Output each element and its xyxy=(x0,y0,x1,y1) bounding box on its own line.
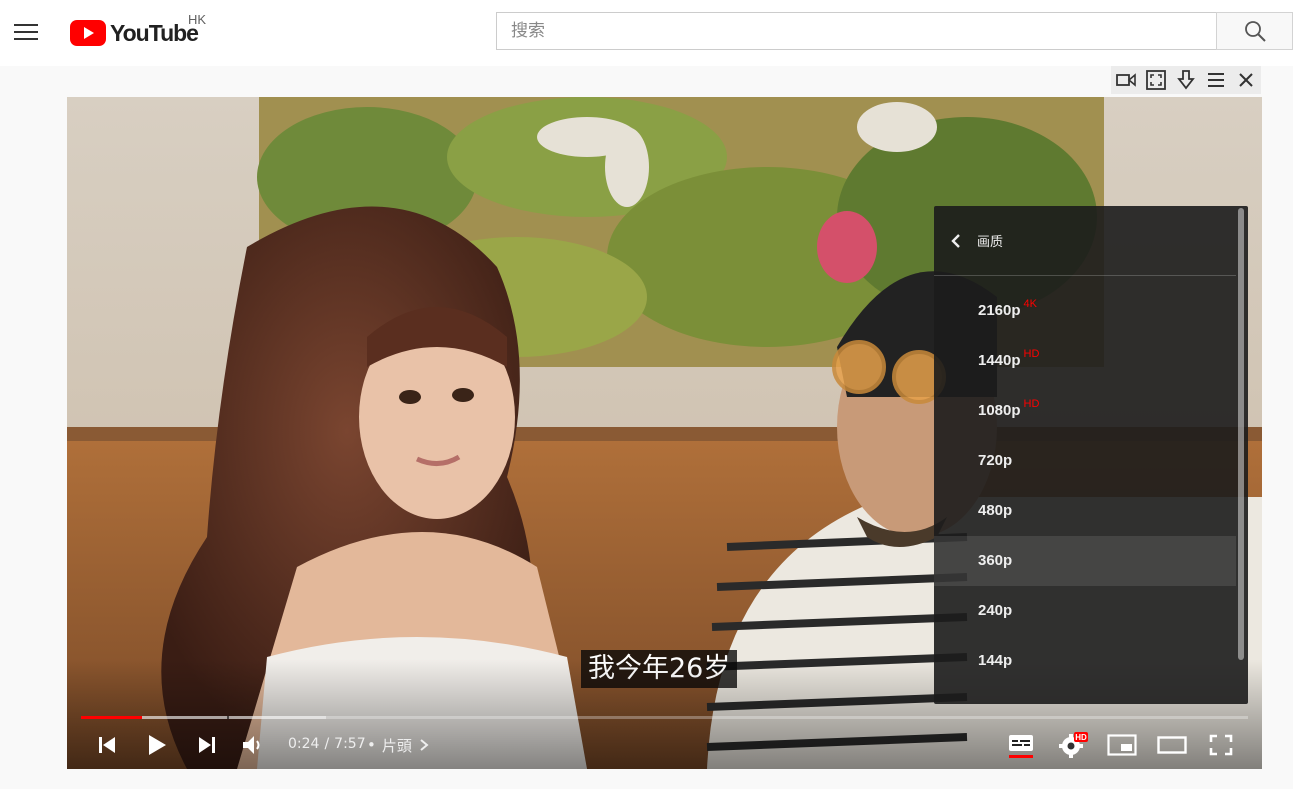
close-icon xyxy=(1239,73,1253,87)
toolbar-close-button[interactable] xyxy=(1233,68,1259,92)
quality-option-360p[interactable]: 360p xyxy=(934,536,1236,586)
masthead: YouTube HK xyxy=(0,0,1293,66)
search-icon xyxy=(1244,21,1266,42)
mute-button[interactable] xyxy=(235,727,271,763)
closed-captions-icon xyxy=(1009,735,1033,758)
quality-option-label: 360p xyxy=(978,552,1013,569)
skip-previous-icon xyxy=(99,737,115,753)
quality-option-1440p[interactable]: 1440p HD xyxy=(934,336,1236,386)
youtube-play-logo-icon xyxy=(70,20,106,46)
quality-option-2160p[interactable]: 2160p 4K xyxy=(934,286,1236,336)
screenshot-button[interactable] xyxy=(1143,68,1169,92)
chapter-title: 片頭 xyxy=(381,736,412,755)
quality-option-480p[interactable]: 480p xyxy=(934,486,1236,536)
volume-icon xyxy=(243,736,260,754)
settings-button[interactable]: HD xyxy=(1055,727,1091,763)
quality-badge: 4K xyxy=(1023,298,1038,310)
fit-screen-icon xyxy=(1146,70,1166,90)
miniplayer-button[interactable] xyxy=(1104,727,1140,763)
quality-option-1080p[interactable]: 1080p HD xyxy=(934,386,1236,436)
quality-option-720p[interactable]: 720p xyxy=(934,436,1236,486)
play-icon xyxy=(149,735,166,755)
next-button[interactable] xyxy=(189,727,225,763)
hamburger-icon xyxy=(1208,73,1224,87)
logo-text: YouTube xyxy=(110,19,199,46)
miniplayer-icon xyxy=(1107,734,1137,756)
time-display: 0:24/7:57 xyxy=(288,736,366,752)
time-separator: / xyxy=(324,736,330,752)
progress-played xyxy=(81,716,142,719)
current-time: 0:24 xyxy=(288,736,320,752)
quality-badge: HD xyxy=(1023,348,1040,360)
fullscreen-button[interactable] xyxy=(1203,727,1239,763)
quality-option-label: 1440p HD xyxy=(978,348,1040,369)
video-helper-toolbar xyxy=(1111,66,1261,94)
chevron-left-icon xyxy=(951,233,969,249)
download-button[interactable] xyxy=(1173,68,1199,92)
gear-icon: HD xyxy=(1059,732,1088,758)
play-button[interactable] xyxy=(139,727,175,763)
quality-option-label: 2160p 4K xyxy=(978,298,1038,319)
download-arrow-icon xyxy=(1177,70,1195,90)
previous-button[interactable] xyxy=(89,727,125,763)
search-bar xyxy=(496,12,1293,50)
subtitles-button[interactable] xyxy=(1003,727,1039,763)
quality-option-label: 1080p HD xyxy=(978,398,1040,419)
quality-menu-back-button[interactable]: 画质 xyxy=(934,206,1236,276)
search-input[interactable] xyxy=(496,12,1216,50)
video-player[interactable]: 我今年26岁 画质 2160p4K 1440pHD 1080pHD 720p xyxy=(67,97,1262,769)
quality-badge: HD xyxy=(1023,398,1040,410)
quality-menu-scrollbar[interactable] xyxy=(1238,208,1244,660)
search-button[interactable] xyxy=(1216,12,1293,50)
skip-next-icon xyxy=(199,737,215,753)
toolbar-menu-button[interactable] xyxy=(1203,68,1229,92)
fullscreen-icon xyxy=(1209,734,1233,756)
record-video-button[interactable] xyxy=(1113,68,1139,92)
chevron-right-icon xyxy=(420,739,429,751)
quality-menu-title: 画质 xyxy=(977,235,1004,250)
quality-settings-menu: 画质 2160p 4K 1440p HD 1080p HD 720p 480p 360… xyxy=(934,206,1248,704)
theater-mode-button[interactable] xyxy=(1154,727,1190,763)
logo-region-code: HK xyxy=(188,12,207,27)
progress-bar[interactable] xyxy=(81,716,1248,719)
player-controls: 0:24/7:57 • 片頭 HD xyxy=(67,727,1262,763)
quality-option-label: 240p xyxy=(978,602,1013,619)
chapter-button[interactable]: • 片頭 xyxy=(367,727,430,763)
quality-option-144p[interactable]: 144p xyxy=(934,636,1236,686)
chapter-bullet: • xyxy=(367,736,376,754)
settings-hd-badge: HD xyxy=(1075,733,1087,742)
youtube-logo[interactable]: YouTube xyxy=(70,18,199,48)
theater-mode-icon xyxy=(1157,736,1187,754)
quality-options-list: 2160p 4K 1440p HD 1080p HD 720p 480p 360p 2… xyxy=(934,286,1236,686)
quality-option-label: 480p xyxy=(978,502,1013,519)
quality-option-240p[interactable]: 240p xyxy=(934,586,1236,636)
quality-option-label: 720p xyxy=(978,452,1013,469)
chapter-marker xyxy=(227,716,229,719)
video-camera-icon xyxy=(1116,73,1136,87)
quality-option-label: 144p xyxy=(978,652,1013,669)
menu-icon[interactable] xyxy=(14,22,38,42)
duration: 7:57 xyxy=(334,736,366,752)
